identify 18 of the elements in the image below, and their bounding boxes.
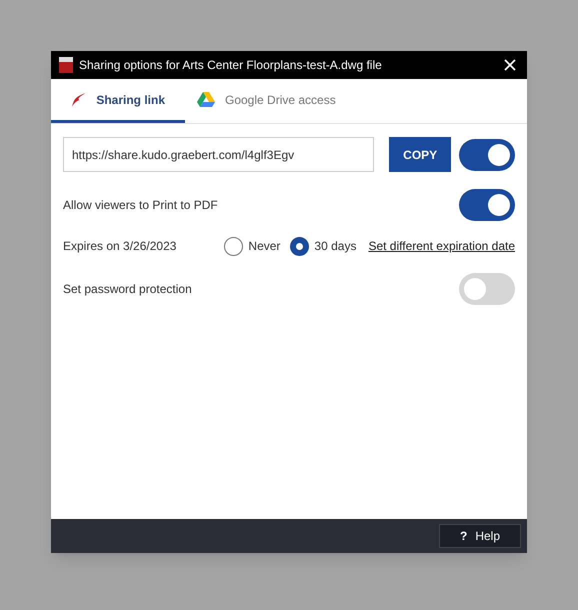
expiration-date-link[interactable]: Set different expiration date (368, 237, 515, 255)
drive-icon (197, 92, 215, 108)
password-toggle[interactable] (459, 273, 515, 305)
tab[interactable]: Google Drive access (185, 79, 356, 123)
swoosh-icon (71, 90, 86, 108)
expiry-label: Expires on 3/26/2023 (63, 238, 178, 255)
print-toggle[interactable] (459, 189, 515, 221)
radio-option[interactable]: Never (224, 236, 280, 256)
window-title: Sharing options for Arts Center Floorplans-test-A.dwg file (79, 57, 383, 74)
link-toggle[interactable] (459, 138, 515, 170)
print-option-label: Allow viewers to Print to PDF (63, 197, 218, 214)
help-button[interactable]: ? Help (439, 524, 521, 548)
copy-button[interactable]: COPY (389, 137, 451, 172)
app-icon (59, 57, 73, 73)
tab[interactable]: Sharing link (51, 79, 185, 123)
radio-option[interactable]: 30 days (290, 236, 356, 256)
password-label: Set password protection (63, 281, 192, 298)
link-field[interactable]: https://share.kudo.graebert.com/l4glf3Egv (63, 137, 374, 172)
